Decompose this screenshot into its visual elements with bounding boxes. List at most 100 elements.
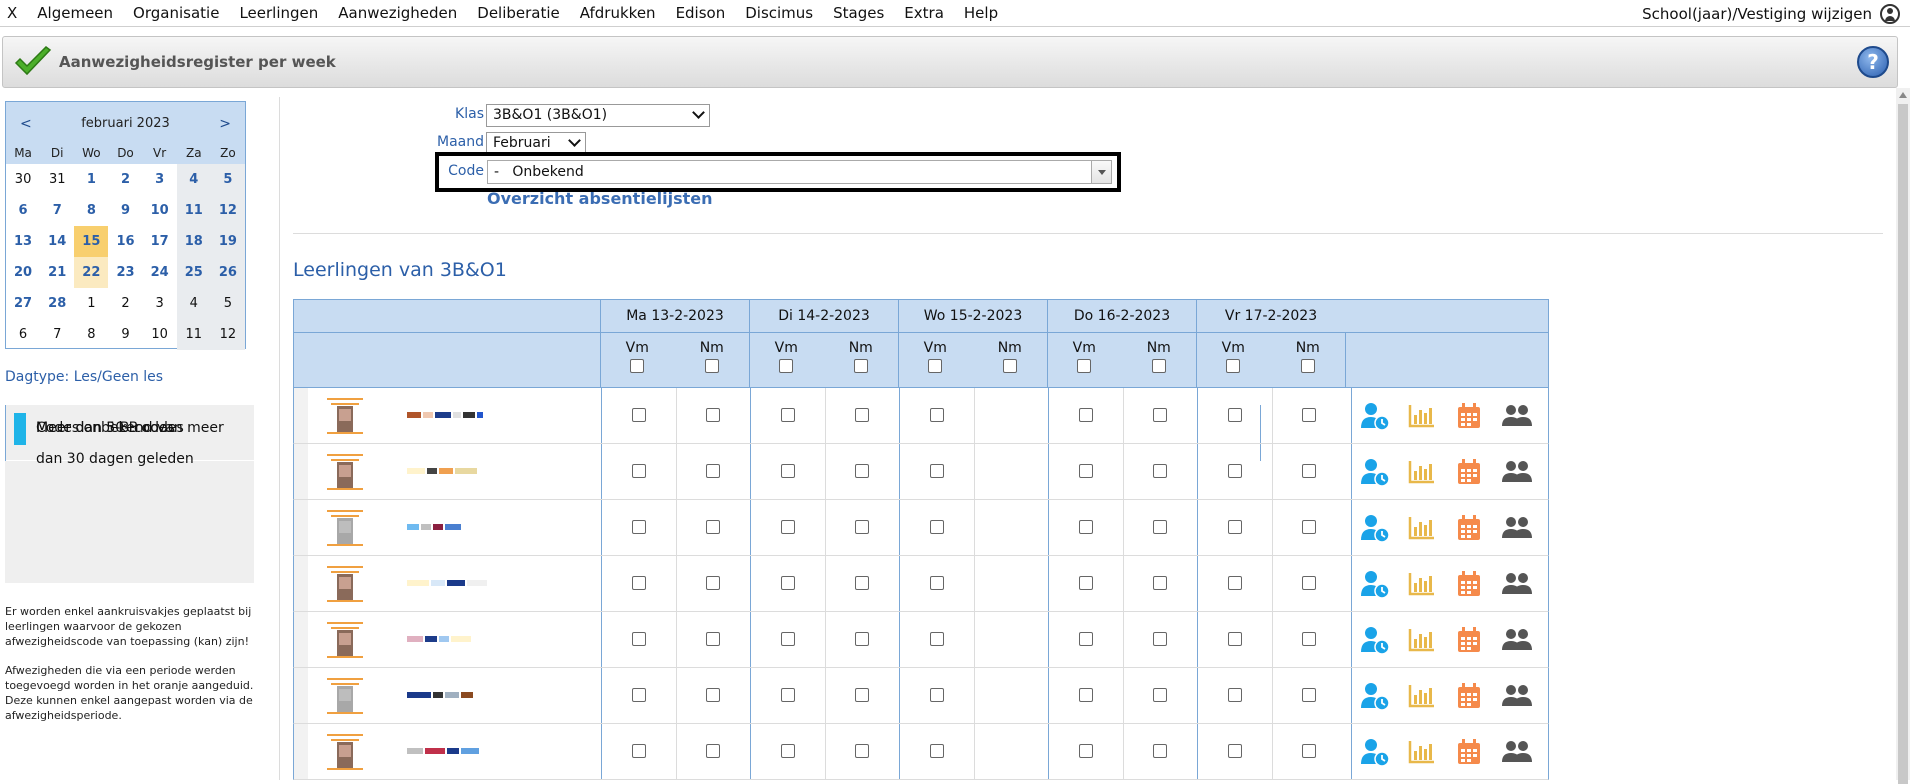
attendance-checkbox[interactable] — [1302, 408, 1317, 422]
calendar-day[interactable]: 25 — [176, 257, 211, 288]
attendance-checkbox[interactable] — [929, 688, 944, 702]
calendar-icon[interactable] — [1454, 513, 1484, 543]
bar-chart-icon[interactable] — [1407, 625, 1437, 655]
calendar-day[interactable]: 5 — [210, 288, 245, 319]
menu-item-algemeen[interactable]: Algemeen — [27, 4, 123, 22]
calendar-day[interactable]: 14 — [40, 226, 74, 257]
calendar-day[interactable]: 16 — [108, 226, 142, 257]
attendance-checkbox[interactable] — [1153, 520, 1168, 534]
attendance-checkbox[interactable] — [1078, 632, 1093, 646]
attendance-checkbox[interactable] — [1227, 688, 1242, 702]
calendar-day[interactable]: 2 — [108, 164, 142, 195]
attendance-checkbox[interactable] — [780, 632, 795, 646]
attendance-checkbox[interactable] — [780, 408, 795, 422]
group-icon[interactable] — [1501, 625, 1532, 655]
calendar-day[interactable]: 17 — [143, 226, 177, 257]
vertical-scrollbar[interactable] — [1896, 88, 1910, 784]
select-all-checkbox[interactable] — [928, 359, 943, 373]
attendance-checkbox[interactable] — [1302, 464, 1317, 478]
attendance-checkbox[interactable] — [855, 520, 870, 534]
calendar-day[interactable]: 26 — [210, 257, 245, 288]
menu-item-discimus[interactable]: Discimus — [735, 4, 823, 22]
calendar-day[interactable]: 30 — [6, 164, 40, 195]
attendance-checkbox[interactable] — [631, 408, 646, 422]
attendance-checkbox[interactable] — [855, 744, 870, 758]
person-clock-icon[interactable] — [1360, 569, 1390, 599]
calendar-day[interactable]: 13 — [6, 226, 40, 257]
calendar-day[interactable]: 8 — [74, 195, 108, 226]
person-clock-icon[interactable] — [1360, 457, 1390, 487]
attendance-checkbox[interactable] — [631, 688, 646, 702]
calendar-day[interactable]: 15 — [74, 226, 109, 257]
attendance-checkbox[interactable] — [929, 576, 944, 590]
group-icon[interactable] — [1501, 513, 1532, 543]
menu-item-stages[interactable]: Stages — [823, 4, 894, 22]
calendar-icon[interactable] — [1454, 625, 1484, 655]
calendar-icon[interactable] — [1454, 401, 1484, 431]
attendance-checkbox[interactable] — [706, 408, 721, 422]
calendar-icon[interactable] — [1454, 737, 1484, 767]
attendance-checkbox[interactable] — [1153, 688, 1168, 702]
attendance-checkbox[interactable] — [706, 576, 721, 590]
attendance-checkbox[interactable] — [1153, 576, 1168, 590]
calendar-day[interactable]: 8 — [74, 319, 108, 350]
attendance-checkbox[interactable] — [1153, 632, 1168, 646]
attendance-checkbox[interactable] — [706, 464, 721, 478]
select-all-checkbox[interactable] — [1002, 359, 1017, 373]
calendar-day[interactable]: 9 — [108, 319, 142, 350]
attendance-checkbox[interactable] — [1153, 408, 1168, 422]
attendance-checkbox[interactable] — [631, 744, 646, 758]
group-icon[interactable] — [1501, 737, 1532, 767]
change-school-link[interactable]: School(jaar)/Vestiging wijzigen — [1642, 5, 1872, 23]
overview-absence-lists-link[interactable]: Overzicht absentielijsten — [487, 189, 713, 208]
calendar-day[interactable]: 21 — [40, 257, 74, 288]
attendance-checkbox[interactable] — [706, 632, 721, 646]
select-all-checkbox[interactable] — [1151, 359, 1166, 373]
calendar-day[interactable]: 4 — [176, 164, 211, 195]
attendance-checkbox[interactable] — [1078, 744, 1093, 758]
bar-chart-icon[interactable] — [1407, 513, 1437, 543]
menu-item-extra[interactable]: Extra — [894, 4, 954, 22]
select-all-checkbox[interactable] — [1300, 359, 1315, 373]
menu-item-help[interactable]: Help — [954, 4, 1008, 22]
calendar-day[interactable]: 20 — [6, 257, 40, 288]
calendar-icon[interactable] — [1454, 681, 1484, 711]
attendance-checkbox[interactable] — [1302, 520, 1317, 534]
menu-item-afdrukken[interactable]: Afdrukken — [570, 4, 666, 22]
person-clock-icon[interactable] — [1360, 737, 1390, 767]
attendance-checkbox[interactable] — [1153, 464, 1168, 478]
code-dropdown-button[interactable] — [1091, 161, 1111, 183]
calendar-day[interactable]: 6 — [6, 195, 40, 226]
select-all-checkbox[interactable] — [1226, 359, 1241, 373]
calendar-day[interactable]: 11 — [176, 319, 211, 350]
calendar-day[interactable]: 7 — [40, 319, 74, 350]
attendance-checkbox[interactable] — [1302, 688, 1317, 702]
calendar-day[interactable]: 7 — [40, 195, 74, 226]
attendance-checkbox[interactable] — [1227, 464, 1242, 478]
attendance-checkbox[interactable] — [1078, 464, 1093, 478]
attendance-checkbox[interactable] — [631, 576, 646, 590]
attendance-checkbox[interactable] — [780, 464, 795, 478]
attendance-checkbox[interactable] — [1153, 744, 1168, 758]
person-clock-icon[interactable] — [1360, 681, 1390, 711]
attendance-checkbox[interactable] — [855, 576, 870, 590]
calendar-day[interactable]: 12 — [210, 195, 245, 226]
calendar-day[interactable]: 6 — [6, 319, 40, 350]
attendance-checkbox[interactable] — [1227, 408, 1242, 422]
calendar-day[interactable]: 18 — [176, 226, 211, 257]
menu-item-deliberatie[interactable]: Deliberatie — [467, 4, 570, 22]
person-clock-icon[interactable] — [1360, 625, 1390, 655]
calendar-day[interactable]: 3 — [143, 164, 177, 195]
attendance-checkbox[interactable] — [631, 632, 646, 646]
calendar-day[interactable]: 10 — [143, 195, 177, 226]
calendar-day[interactable]: 19 — [210, 226, 245, 257]
attendance-checkbox[interactable] — [855, 632, 870, 646]
attendance-checkbox[interactable] — [1302, 632, 1317, 646]
calendar-day[interactable]: 12 — [210, 319, 245, 350]
select-all-checkbox[interactable] — [853, 359, 868, 373]
scroll-up-icon[interactable] — [1899, 92, 1907, 98]
calendar-day[interactable]: 23 — [108, 257, 142, 288]
attendance-checkbox[interactable] — [1302, 744, 1317, 758]
calendar-icon[interactable] — [1454, 457, 1484, 487]
calendar-day[interactable]: 27 — [6, 288, 40, 319]
